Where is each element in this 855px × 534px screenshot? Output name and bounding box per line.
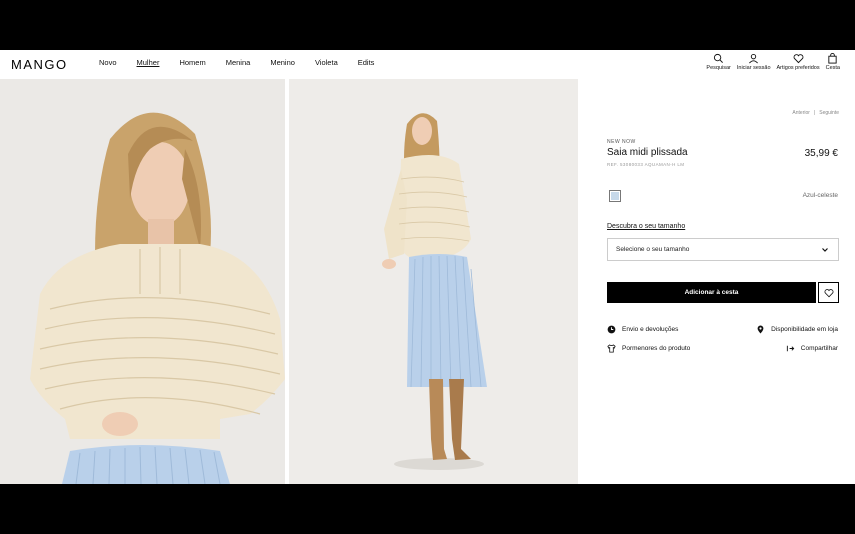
shirt-icon xyxy=(607,344,616,353)
store-availability-link[interactable]: Disponibilidade em loja xyxy=(756,325,838,334)
product-reference: REF. 53080033 AQUAMAN-H LM xyxy=(607,162,685,167)
size-guide-link[interactable]: Descubra o seu tamanho xyxy=(607,223,685,230)
size-select-placeholder: Selecione o seu tamanho xyxy=(616,246,690,253)
location-pin-icon xyxy=(757,325,764,334)
page-frame: MANGO Novo Mulher Homem Menina Menino Vi… xyxy=(0,50,855,484)
color-name: Azul-celeste xyxy=(802,192,838,199)
main-nav: Novo Mulher Homem Menina Menino Violeta … xyxy=(99,58,394,67)
header-tools: Pesquisar Iniciar sessão Artigos preferi… xyxy=(700,53,840,71)
nav-item-menina[interactable]: Menina xyxy=(226,58,251,67)
nav-item-mulher[interactable]: Mulher xyxy=(137,58,160,67)
product-photo-closeup[interactable] xyxy=(0,79,285,484)
favorites-label: Artigos preferidos xyxy=(776,65,820,71)
bag-icon xyxy=(828,53,837,64)
nav-item-edits[interactable]: Edits xyxy=(358,58,375,67)
pager-next-link[interactable]: Seguinte xyxy=(819,110,839,116)
cart-label: Cesta xyxy=(825,65,840,71)
login-label: Iniciar sessão xyxy=(736,65,771,71)
share-label: Compartilhar xyxy=(800,345,838,352)
chevron-down-icon xyxy=(822,248,828,252)
shipping-returns-link[interactable]: Envio e devoluções xyxy=(607,325,678,334)
product-name: Saia midi plissada xyxy=(607,147,688,158)
product-details-panel: Anterior | Seguinte NEW NOW Saia midi plis… xyxy=(578,79,855,484)
model-full-image xyxy=(289,79,578,484)
product-pager: Anterior | Seguinte xyxy=(792,110,839,116)
size-select[interactable]: Selecione o seu tamanho xyxy=(607,238,839,261)
heart-icon xyxy=(824,288,833,297)
user-icon xyxy=(749,54,759,64)
login-button[interactable]: Iniciar sessão xyxy=(737,53,771,71)
nav-item-novo[interactable]: Novo xyxy=(99,58,117,67)
heart-icon xyxy=(793,54,803,64)
add-to-favorites-button[interactable] xyxy=(818,282,839,303)
share-icon xyxy=(786,345,795,352)
mango-logo[interactable]: MANGO xyxy=(11,57,68,72)
add-to-cart-button[interactable]: Adicionar à cesta xyxy=(607,282,816,303)
nav-item-homem[interactable]: Homem xyxy=(179,58,205,67)
product-kicker: NEW NOW xyxy=(607,139,636,145)
store-availability-label: Disponibilidade em loja xyxy=(771,326,838,333)
clock-icon xyxy=(607,325,616,334)
search-button[interactable]: Pesquisar xyxy=(706,53,731,71)
search-icon xyxy=(714,53,724,63)
site-header: MANGO Novo Mulher Homem Menina Menino Vi… xyxy=(0,50,855,79)
nav-item-menino[interactable]: Menino xyxy=(270,58,295,67)
product-details-link[interactable]: Pormenores do produto xyxy=(607,344,690,353)
pager-prev-link[interactable]: Anterior xyxy=(792,110,810,116)
product-details-label: Pormenores do produto xyxy=(622,345,691,352)
model-closeup-image xyxy=(0,79,285,484)
product-photo-full[interactable] xyxy=(289,79,578,484)
color-swatch-fill xyxy=(611,192,619,200)
nav-item-violeta[interactable]: Violeta xyxy=(315,58,338,67)
favorites-button[interactable]: Artigos preferidos xyxy=(777,53,820,71)
search-label: Pesquisar xyxy=(706,65,731,71)
cart-button[interactable]: Cesta xyxy=(826,53,840,71)
product-price: 35,99 € xyxy=(804,148,838,159)
color-swatch-selected[interactable] xyxy=(609,190,621,202)
shipping-returns-label: Envio e devoluções xyxy=(622,326,679,333)
share-link[interactable]: Compartilhar xyxy=(786,344,838,353)
